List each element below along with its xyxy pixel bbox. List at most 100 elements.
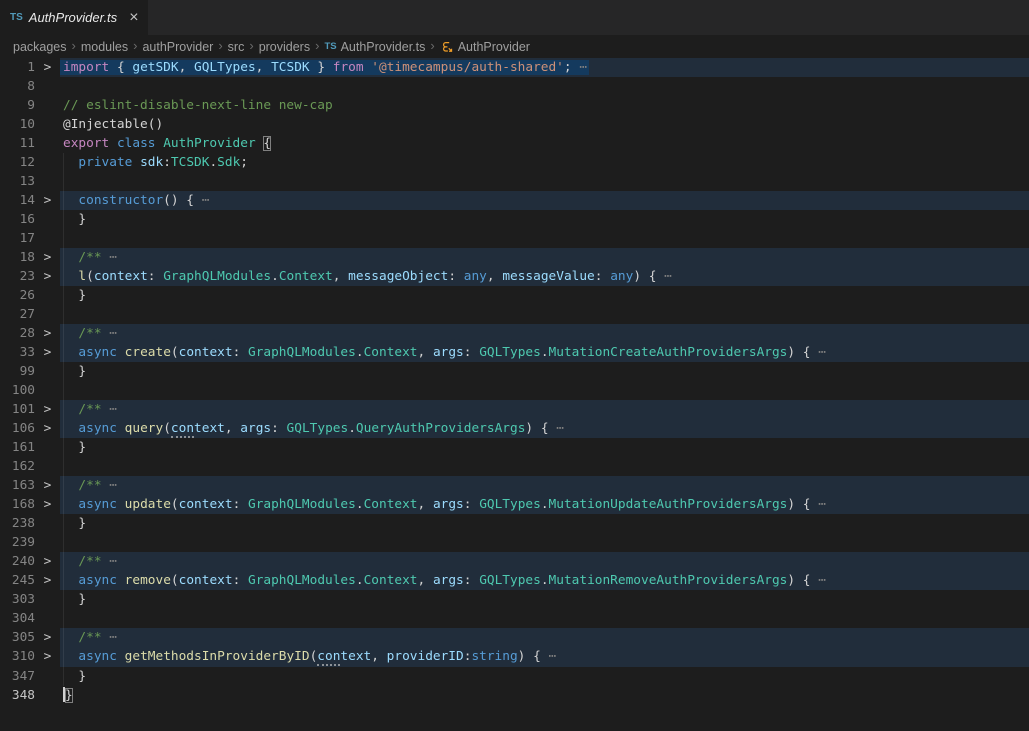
code-line[interactable]: 13 — [0, 172, 1029, 191]
breadcrumb-item-modules[interactable]: modules — [81, 40, 128, 54]
fold-chevron-icon[interactable]: > — [35, 324, 60, 343]
code-content[interactable]: /** ⋯ — [60, 248, 1029, 267]
code-line[interactable]: 240> /** ⋯ — [0, 552, 1029, 571]
fold-chevron-icon[interactable]: > — [35, 191, 60, 210]
code-token: private — [78, 155, 132, 170]
code-line[interactable]: 23> l(context: GraphQLModules.Context, m… — [0, 267, 1029, 286]
code-content[interactable]: } — [60, 686, 1029, 705]
code-content[interactable]: l(context: GraphQLModules.Context, messa… — [60, 267, 1029, 286]
fold-chevron-icon[interactable]: > — [35, 419, 60, 438]
code-line[interactable]: 11export class AuthProvider { — [0, 134, 1029, 153]
code-content[interactable]: constructor() { ⋯ — [60, 191, 1029, 210]
code-line[interactable]: 26 } — [0, 286, 1029, 305]
code-line[interactable]: 28> /** ⋯ — [0, 324, 1029, 343]
code-content[interactable]: async remove(context: GraphQLModules.Con… — [60, 571, 1029, 590]
code-content[interactable]: } — [60, 514, 1029, 533]
breadcrumb-item-authprovider[interactable]: AuthProvider — [440, 40, 530, 54]
code-line[interactable]: 18> /** ⋯ — [0, 248, 1029, 267]
code-content[interactable]: /** ⋯ — [60, 628, 1029, 647]
fold-chevron-icon[interactable]: > — [35, 58, 60, 77]
fold-chevron-icon[interactable]: > — [35, 343, 60, 362]
code-content[interactable] — [60, 609, 1029, 628]
code-line[interactable]: 347 } — [0, 667, 1029, 686]
code-line[interactable]: 239 — [0, 533, 1029, 552]
code-line[interactable]: 106> async query(context, args: GQLTypes… — [0, 419, 1029, 438]
code-content[interactable]: async getMethodsInProviderByID(context, … — [60, 647, 1029, 666]
close-icon[interactable]: × — [129, 10, 138, 26]
code-content[interactable]: async query(context, args: GQLTypes.Quer… — [60, 419, 1029, 438]
breadcrumb-label: packages — [13, 40, 67, 54]
tab-authprovider[interactable]: TS AuthProvider.ts × — [0, 0, 148, 35]
code-content[interactable] — [60, 381, 1029, 400]
code-content[interactable]: private sdk:TCSDK.Sdk; — [60, 153, 1029, 172]
fold-chevron-icon[interactable]: > — [35, 248, 60, 267]
code-content[interactable]: /** ⋯ — [60, 400, 1029, 419]
fold-chevron-icon[interactable]: > — [35, 495, 60, 514]
code-content[interactable]: } — [60, 362, 1029, 381]
code-line[interactable]: 8 — [0, 77, 1029, 96]
breadcrumb-item-src[interactable]: src — [228, 40, 245, 54]
code-content[interactable]: } — [60, 667, 1029, 686]
code-line[interactable]: 12 private sdk:TCSDK.Sdk; — [0, 153, 1029, 172]
code-token: ( — [86, 269, 94, 284]
code-line[interactable]: 1>import { getSDK, GQLTypes, TCSDK } fro… — [0, 58, 1029, 77]
code-content[interactable] — [60, 172, 1029, 191]
selection-highlight: import { getSDK, GQLTypes, TCSDK } from … — [60, 60, 589, 75]
breadcrumb-item-authprovider[interactable]: authProvider — [142, 40, 213, 54]
fold-chevron-icon[interactable]: > — [35, 267, 60, 286]
code-content[interactable] — [60, 229, 1029, 248]
code-content[interactable]: } — [60, 590, 1029, 609]
code-content[interactable]: @Injectable() — [60, 115, 1029, 134]
code-content[interactable]: /** ⋯ — [60, 476, 1029, 495]
code-line[interactable]: 10@Injectable() — [0, 115, 1029, 134]
code-content[interactable]: /** ⋯ — [60, 552, 1029, 571]
code-line[interactable]: 348} — [0, 686, 1029, 705]
code-content[interactable]: export class AuthProvider { — [60, 134, 1029, 153]
code-line[interactable]: 245> async remove(context: GraphQLModule… — [0, 571, 1029, 590]
code-content[interactable] — [60, 457, 1029, 476]
code-content[interactable] — [60, 305, 1029, 324]
fold-chevron-icon[interactable]: > — [35, 628, 60, 647]
code-line[interactable]: 305> /** ⋯ — [0, 628, 1029, 647]
code-content[interactable] — [60, 533, 1029, 552]
code-line[interactable]: 27 — [0, 305, 1029, 324]
fold-chevron-icon[interactable]: > — [35, 647, 60, 666]
code-line[interactable]: 304 — [0, 609, 1029, 628]
fold-chevron-icon — [35, 514, 60, 533]
code-content[interactable]: import { getSDK, GQLTypes, TCSDK } from … — [60, 58, 1029, 77]
code-line[interactable]: 303 } — [0, 590, 1029, 609]
code-content[interactable]: /** ⋯ — [60, 324, 1029, 343]
code-content[interactable]: } — [60, 286, 1029, 305]
code-content[interactable] — [60, 77, 1029, 96]
breadcrumb-item-providers[interactable]: providers — [259, 40, 310, 54]
code-line[interactable]: 99 } — [0, 362, 1029, 381]
code-line[interactable]: 17 — [0, 229, 1029, 248]
code-content[interactable]: // eslint-disable-next-line new-cap — [60, 96, 1029, 115]
fold-chevron-icon[interactable]: > — [35, 476, 60, 495]
code-line[interactable]: 161 } — [0, 438, 1029, 457]
code-line[interactable]: 9// eslint-disable-next-line new-cap — [0, 96, 1029, 115]
code-line[interactable]: 33> async create(context: GraphQLModules… — [0, 343, 1029, 362]
fold-chevron-icon[interactable]: > — [35, 400, 60, 419]
code-line[interactable]: 238 } — [0, 514, 1029, 533]
code-line[interactable]: 162 — [0, 457, 1029, 476]
code-content[interactable]: } — [60, 438, 1029, 457]
code-line[interactable]: 163> /** ⋯ — [0, 476, 1029, 495]
line-number: 33 — [0, 343, 35, 362]
code-line[interactable]: 100 — [0, 381, 1029, 400]
code-line[interactable]: 16 } — [0, 210, 1029, 229]
code-line[interactable]: 310> async getMethodsInProviderByID(cont… — [0, 647, 1029, 666]
code-line[interactable]: 101> /** ⋯ — [0, 400, 1029, 419]
gutter: 310> — [0, 647, 60, 666]
gutter: 168> — [0, 495, 60, 514]
code-line[interactable]: 14> constructor() { ⋯ — [0, 191, 1029, 210]
code-token: messageObject — [348, 269, 448, 284]
code-content[interactable]: } — [60, 210, 1029, 229]
code-content[interactable]: async create(context: GraphQLModules.Con… — [60, 343, 1029, 362]
code-line[interactable]: 168> async update(context: GraphQLModule… — [0, 495, 1029, 514]
breadcrumb-item-authprovider-ts[interactable]: TSAuthProvider.ts — [324, 40, 425, 54]
fold-chevron-icon[interactable]: > — [35, 571, 60, 590]
breadcrumb-item-packages[interactable]: packages — [13, 40, 67, 54]
fold-chevron-icon[interactable]: > — [35, 552, 60, 571]
code-content[interactable]: async update(context: GraphQLModules.Con… — [60, 495, 1029, 514]
